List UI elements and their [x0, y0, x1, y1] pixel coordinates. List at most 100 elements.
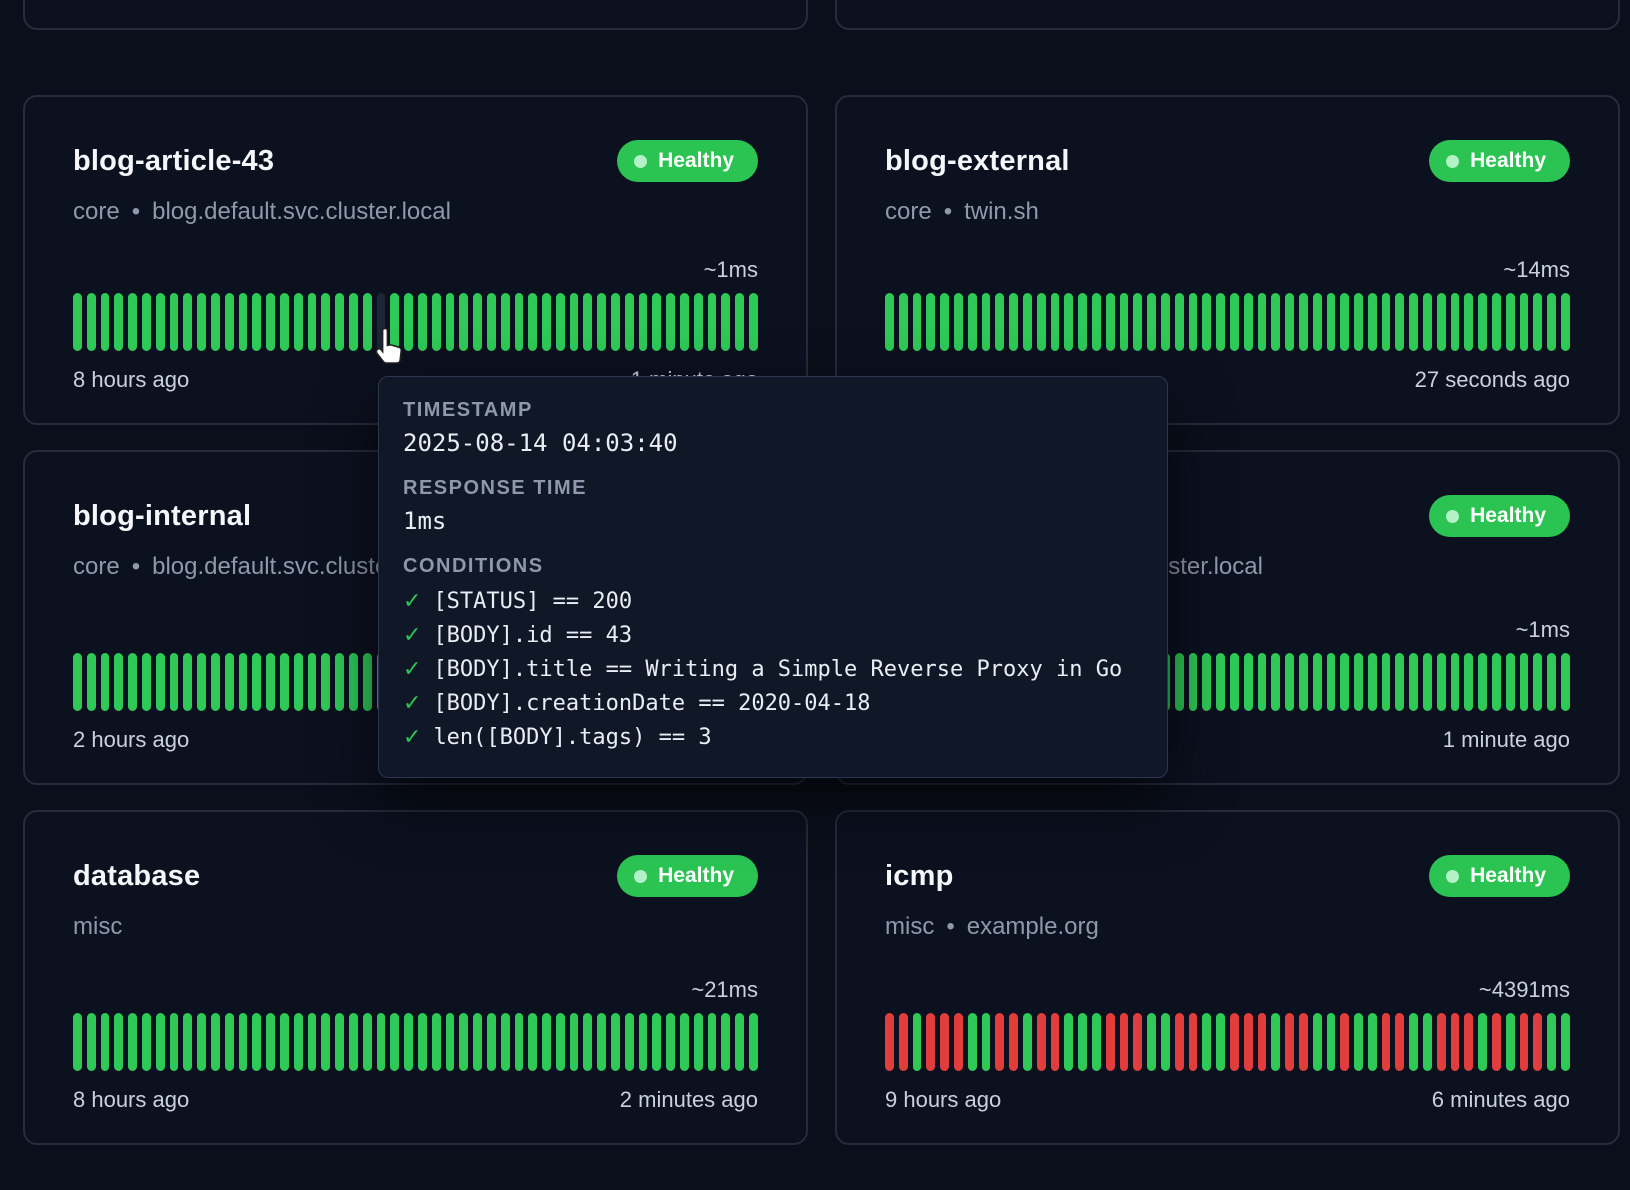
status-bar[interactable]: [363, 1013, 372, 1071]
status-bar[interactable]: [570, 293, 579, 351]
status-bar[interactable]: [1354, 293, 1363, 351]
status-bar[interactable]: [321, 1013, 330, 1071]
status-bar[interactable]: [266, 1013, 275, 1071]
status-bar[interactable]: [1051, 1013, 1060, 1071]
status-bar[interactable]: [239, 653, 248, 711]
status-bar[interactable]: [1313, 1013, 1322, 1071]
status-bar[interactable]: [142, 1013, 151, 1071]
status-bar[interactable]: [280, 293, 289, 351]
status-bar[interactable]: [1092, 1013, 1101, 1071]
status-bar[interactable]: [1202, 293, 1211, 351]
status-bar[interactable]: [1547, 1013, 1556, 1071]
status-bar[interactable]: [1340, 653, 1349, 711]
status-bar[interactable]: [349, 293, 358, 351]
status-bar[interactable]: [418, 293, 427, 351]
status-bar[interactable]: [446, 1013, 455, 1071]
status-bar[interactable]: [1437, 1013, 1446, 1071]
status-bar[interactable]: [666, 1013, 675, 1071]
status-bar[interactable]: [708, 293, 717, 351]
status-bar[interactable]: [156, 1013, 165, 1071]
status-bar[interactable]: [1409, 653, 1418, 711]
status-bar[interactable]: [321, 293, 330, 351]
status-bar[interactable]: [1395, 653, 1404, 711]
status-bar[interactable]: [101, 1013, 110, 1071]
status-bar[interactable]: [280, 1013, 289, 1071]
status-bar[interactable]: [1506, 1013, 1515, 1071]
status-bar[interactable]: [1437, 293, 1446, 351]
status-bar[interactable]: [1064, 1013, 1073, 1071]
status-bar[interactable]: [1561, 1013, 1570, 1071]
status-bar[interactable]: [239, 293, 248, 351]
status-bar[interactable]: [473, 1013, 482, 1071]
status-bar[interactable]: [1009, 1013, 1018, 1071]
status-bar[interactable]: [142, 653, 151, 711]
status-bar[interactable]: [542, 1013, 551, 1071]
status-bar[interactable]: [556, 1013, 565, 1071]
status-bar[interactable]: [142, 293, 151, 351]
status-bar[interactable]: [1423, 653, 1432, 711]
status-bar[interactable]: [708, 1013, 717, 1071]
status-bar[interactable]: [390, 1013, 399, 1071]
status-bar[interactable]: [1230, 1013, 1239, 1071]
status-bar[interactable]: [128, 653, 137, 711]
status-bar[interactable]: [1175, 653, 1184, 711]
status-bar[interactable]: [1464, 653, 1473, 711]
status-bar[interactable]: [156, 293, 165, 351]
status-bar[interactable]: [1395, 1013, 1404, 1071]
status-bar[interactable]: [349, 1013, 358, 1071]
status-bar[interactable]: [1051, 293, 1060, 351]
status-bar[interactable]: [1285, 653, 1294, 711]
status-bar[interactable]: [1216, 1013, 1225, 1071]
status-bar[interactable]: [1120, 1013, 1129, 1071]
status-bar[interactable]: [542, 293, 551, 351]
status-bar[interactable]: [885, 293, 894, 351]
status-bar[interactable]: [1189, 293, 1198, 351]
status-bar[interactable]: [528, 1013, 537, 1071]
status-bar[interactable]: [266, 293, 275, 351]
status-bar[interactable]: [1299, 653, 1308, 711]
endpoint-card-icmp[interactable]: icmp Healthy misc • example.org ~4391ms …: [835, 810, 1620, 1145]
status-bar[interactable]: [156, 653, 165, 711]
status-bar[interactable]: [721, 293, 730, 351]
status-bar[interactable]: [913, 293, 922, 351]
status-bar[interactable]: [611, 293, 620, 351]
status-bar[interactable]: [1230, 653, 1239, 711]
status-bar[interactable]: [639, 1013, 648, 1071]
status-bar[interactable]: [225, 653, 234, 711]
status-bar[interactable]: [335, 293, 344, 351]
status-bar[interactable]: [335, 1013, 344, 1071]
status-bar[interactable]: [1492, 1013, 1501, 1071]
status-bar[interactable]: [954, 1013, 963, 1071]
status-bar[interactable]: [1202, 653, 1211, 711]
status-bar[interactable]: [735, 1013, 744, 1071]
status-bar[interactable]: [87, 653, 96, 711]
status-bar[interactable]: [432, 1013, 441, 1071]
status-bar[interactable]: [899, 293, 908, 351]
status-bar[interactable]: [225, 1013, 234, 1071]
status-bar[interactable]: [418, 1013, 427, 1071]
status-bar[interactable]: [252, 1013, 261, 1071]
status-bar[interactable]: [432, 293, 441, 351]
status-bar[interactable]: [1299, 1013, 1308, 1071]
status-bar[interactable]: [694, 293, 703, 351]
status-bar[interactable]: [1037, 1013, 1046, 1071]
status-bar[interactable]: [1023, 293, 1032, 351]
status-bar[interactable]: [459, 293, 468, 351]
status-bar[interactable]: [639, 293, 648, 351]
status-bar[interactable]: [170, 653, 179, 711]
status-bar[interactable]: [294, 293, 303, 351]
status-bar[interactable]: [501, 293, 510, 351]
status-bar[interactable]: [1520, 293, 1529, 351]
status-bar[interactable]: [982, 293, 991, 351]
status-bar[interactable]: [515, 293, 524, 351]
status-bar[interactable]: [1327, 1013, 1336, 1071]
status-bar[interactable]: [294, 653, 303, 711]
status-bar[interactable]: [1478, 293, 1487, 351]
status-bar[interactable]: [1189, 653, 1198, 711]
status-bar[interactable]: [1451, 293, 1460, 351]
status-bar[interactable]: [1327, 293, 1336, 351]
status-bar[interactable]: [1327, 653, 1336, 711]
status-bar[interactable]: [1133, 1013, 1142, 1071]
status-bar[interactable]: [87, 1013, 96, 1071]
status-bar[interactable]: [473, 293, 482, 351]
